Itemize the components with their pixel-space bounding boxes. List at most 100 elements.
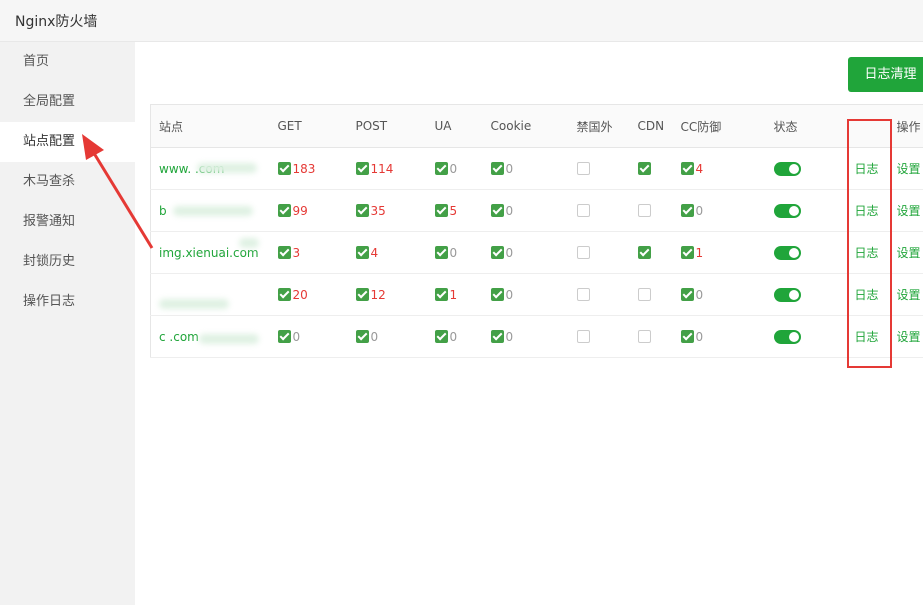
col-cc: CC防御 [672,104,766,148]
post-count: 114 [370,161,394,176]
site-name-link[interactable]: www. .com [159,162,257,176]
log-link[interactable]: 日志 [855,288,879,302]
sidebar-item-block-history[interactable]: 封锁历史 [0,242,135,282]
get-count: 0 [292,329,301,344]
col-status: 状态 [765,104,847,148]
get-count: 20 [292,287,308,302]
get-cell: 20 [269,273,348,316]
check-icon[interactable] [680,287,694,301]
check-icon[interactable] [490,287,504,301]
status-toggle[interactable] [773,161,801,176]
check-icon[interactable] [490,329,504,343]
site-name-link[interactable]: c .com [159,330,259,344]
site-cell: www. .com [150,147,270,190]
get-cell: 3 [269,231,348,274]
foreign-cell [568,273,630,316]
app-title: Nginx防火墙 [15,14,98,30]
sidebar-item-global-config[interactable]: 全局配置 [0,82,135,122]
post-count: 12 [370,287,386,302]
log-link[interactable]: 日志 [855,330,879,344]
check-icon[interactable] [434,287,448,301]
check-icon[interactable] [434,329,448,343]
check-icon[interactable] [637,161,651,175]
check-icon[interactable] [355,287,369,301]
check-icon[interactable] [490,161,504,175]
check-icon[interactable] [490,245,504,259]
ua-cell: 0 [426,231,483,274]
empty-checkbox-icon[interactable] [576,203,590,217]
status-toggle[interactable] [773,329,801,344]
cookie-count: 0 [505,161,514,176]
site-cell [150,273,270,316]
site-name-link[interactable]: b [159,204,253,218]
status-toggle[interactable] [773,287,801,302]
settings-link[interactable]: 设置 [897,288,921,302]
check-icon[interactable] [680,203,694,217]
cookie-cell: 0 [482,189,569,232]
table-header-row: 站点 GET POST UA Cookie 禁国外 CDN CC防御 状态 操作 [150,104,923,148]
get-cell: 99 [269,189,348,232]
foreign-cell [568,315,630,358]
title-bar: Nginx防火墙 [0,0,923,42]
status-toggle[interactable] [773,203,801,218]
get-count: 99 [292,203,308,218]
empty-checkbox-icon[interactable] [576,161,590,175]
actions-cell: 设置 [888,189,923,232]
check-icon[interactable] [277,329,291,343]
main-panel: 日志清理 站点 GET POST UA Cookie 禁国外 CDN CC防御 … [135,42,923,605]
check-icon[interactable] [277,245,291,259]
check-icon[interactable] [490,203,504,217]
check-icon[interactable] [637,245,651,259]
check-icon[interactable] [355,161,369,175]
settings-link[interactable]: 设置 [897,246,921,260]
cookie-cell: 0 [482,147,569,190]
post-cell: 0 [347,315,427,358]
status-toggle[interactable] [773,245,801,260]
cc-cell: 0 [672,273,766,316]
check-icon[interactable] [680,245,694,259]
check-icon[interactable] [355,245,369,259]
ua-count: 1 [449,287,458,302]
site-name-link[interactable]: img.xienuai.com [159,237,259,260]
log-link[interactable]: 日志 [855,204,879,218]
empty-checkbox-icon[interactable] [637,203,651,217]
cc-cell: 4 [672,147,766,190]
foreign-cell [568,189,630,232]
cookie-cell: 0 [482,231,569,274]
foreign-cell [568,231,630,274]
log-cell: 日志 [846,189,889,232]
ua-count: 0 [449,329,458,344]
table-row: img.xienuai.com 3 4 0 0 1 日志 设置 [150,231,923,274]
log-clear-button[interactable]: 日志清理 [848,57,923,92]
check-icon[interactable] [434,203,448,217]
settings-link[interactable]: 设置 [897,330,921,344]
settings-link[interactable]: 设置 [897,204,921,218]
status-cell [765,273,847,316]
check-icon[interactable] [277,287,291,301]
empty-checkbox-icon[interactable] [637,287,651,301]
check-icon[interactable] [277,203,291,217]
sidebar-item-alert-notify[interactable]: 报警通知 [0,202,135,242]
empty-checkbox-icon[interactable] [576,329,590,343]
check-icon[interactable] [355,329,369,343]
cdn-cell [629,231,673,274]
log-link[interactable]: 日志 [855,162,879,176]
sidebar-item-site-config[interactable]: 站点配置 [0,122,135,162]
check-icon[interactable] [434,161,448,175]
log-link[interactable]: 日志 [855,246,879,260]
check-icon[interactable] [680,161,694,175]
col-cookie: Cookie [482,104,569,148]
empty-checkbox-icon[interactable] [637,329,651,343]
check-icon[interactable] [277,161,291,175]
ua-cell: 5 [426,189,483,232]
check-icon[interactable] [680,329,694,343]
sidebar-item-operation-log[interactable]: 操作日志 [0,282,135,322]
sidebar-item-home[interactable]: 首页 [0,42,135,82]
check-icon[interactable] [434,245,448,259]
check-icon[interactable] [355,203,369,217]
empty-checkbox-icon[interactable] [576,287,590,301]
settings-link[interactable]: 设置 [897,162,921,176]
sidebar-item-trojan-scan[interactable]: 木马查杀 [0,162,135,202]
empty-checkbox-icon[interactable] [576,245,590,259]
cookie-count: 0 [505,203,514,218]
